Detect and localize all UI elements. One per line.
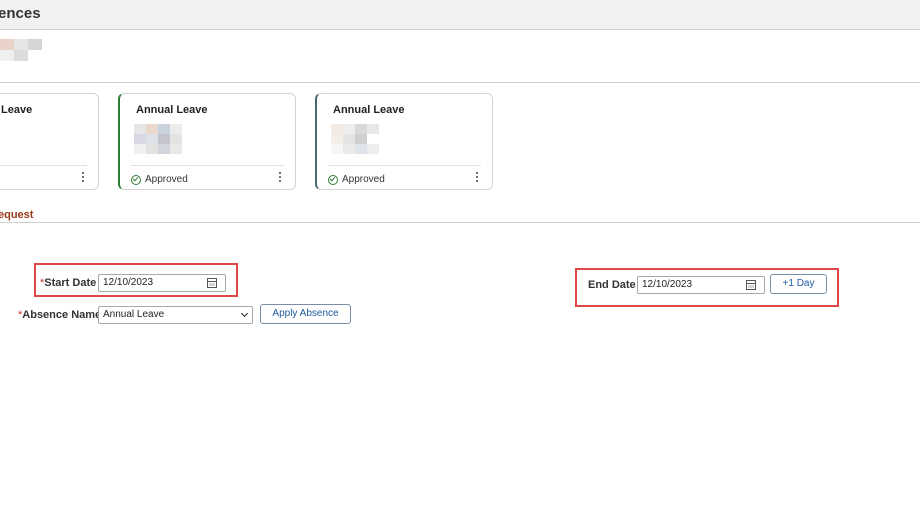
header-bar: ences [0, 0, 920, 30]
card-divider [131, 165, 284, 166]
card-divider [0, 165, 87, 166]
card-title: Leave [1, 104, 33, 116]
more-options-icon[interactable] [78, 171, 88, 183]
status-badge: Approved [328, 174, 385, 185]
plus-one-day-button[interactable]: +1 Day [770, 274, 827, 294]
check-circle-icon [328, 174, 338, 185]
absence-card[interactable]: Leave [0, 93, 99, 190]
apply-absence-button[interactable]: Apply Absence [260, 304, 351, 324]
status-text: Approved [342, 174, 385, 185]
absence-name-label: *Absence Name [18, 309, 102, 321]
end-date-label: End Date [588, 279, 636, 291]
absence-name-value: Annual Leave [103, 309, 165, 320]
blurred-user-info [0, 39, 42, 61]
more-options-icon[interactable] [472, 171, 482, 183]
calendar-icon[interactable] [207, 278, 217, 288]
check-circle-icon [131, 174, 141, 185]
card-title: Annual Leave [136, 104, 208, 116]
absence-name-select[interactable]: Annual Leave [98, 306, 253, 324]
blurred-dates [134, 124, 194, 154]
absence-card[interactable]: Annual Leave Approved [118, 93, 296, 190]
more-options-icon[interactable] [275, 171, 285, 183]
page-title: ences [0, 5, 41, 22]
absence-card[interactable]: Annual Leave Approved [315, 93, 493, 190]
calendar-icon[interactable] [746, 280, 756, 290]
section-divider [0, 222, 920, 223]
card-title: Annual Leave [333, 104, 405, 116]
divider [0, 82, 920, 83]
chevron-down-icon [240, 309, 249, 318]
card-divider [328, 165, 481, 166]
section-title: equest [0, 209, 34, 221]
start-date-label: *Start Date [40, 277, 97, 289]
status-badge: Approved [131, 174, 188, 185]
blurred-dates [331, 124, 391, 154]
status-text: Approved [145, 174, 188, 185]
